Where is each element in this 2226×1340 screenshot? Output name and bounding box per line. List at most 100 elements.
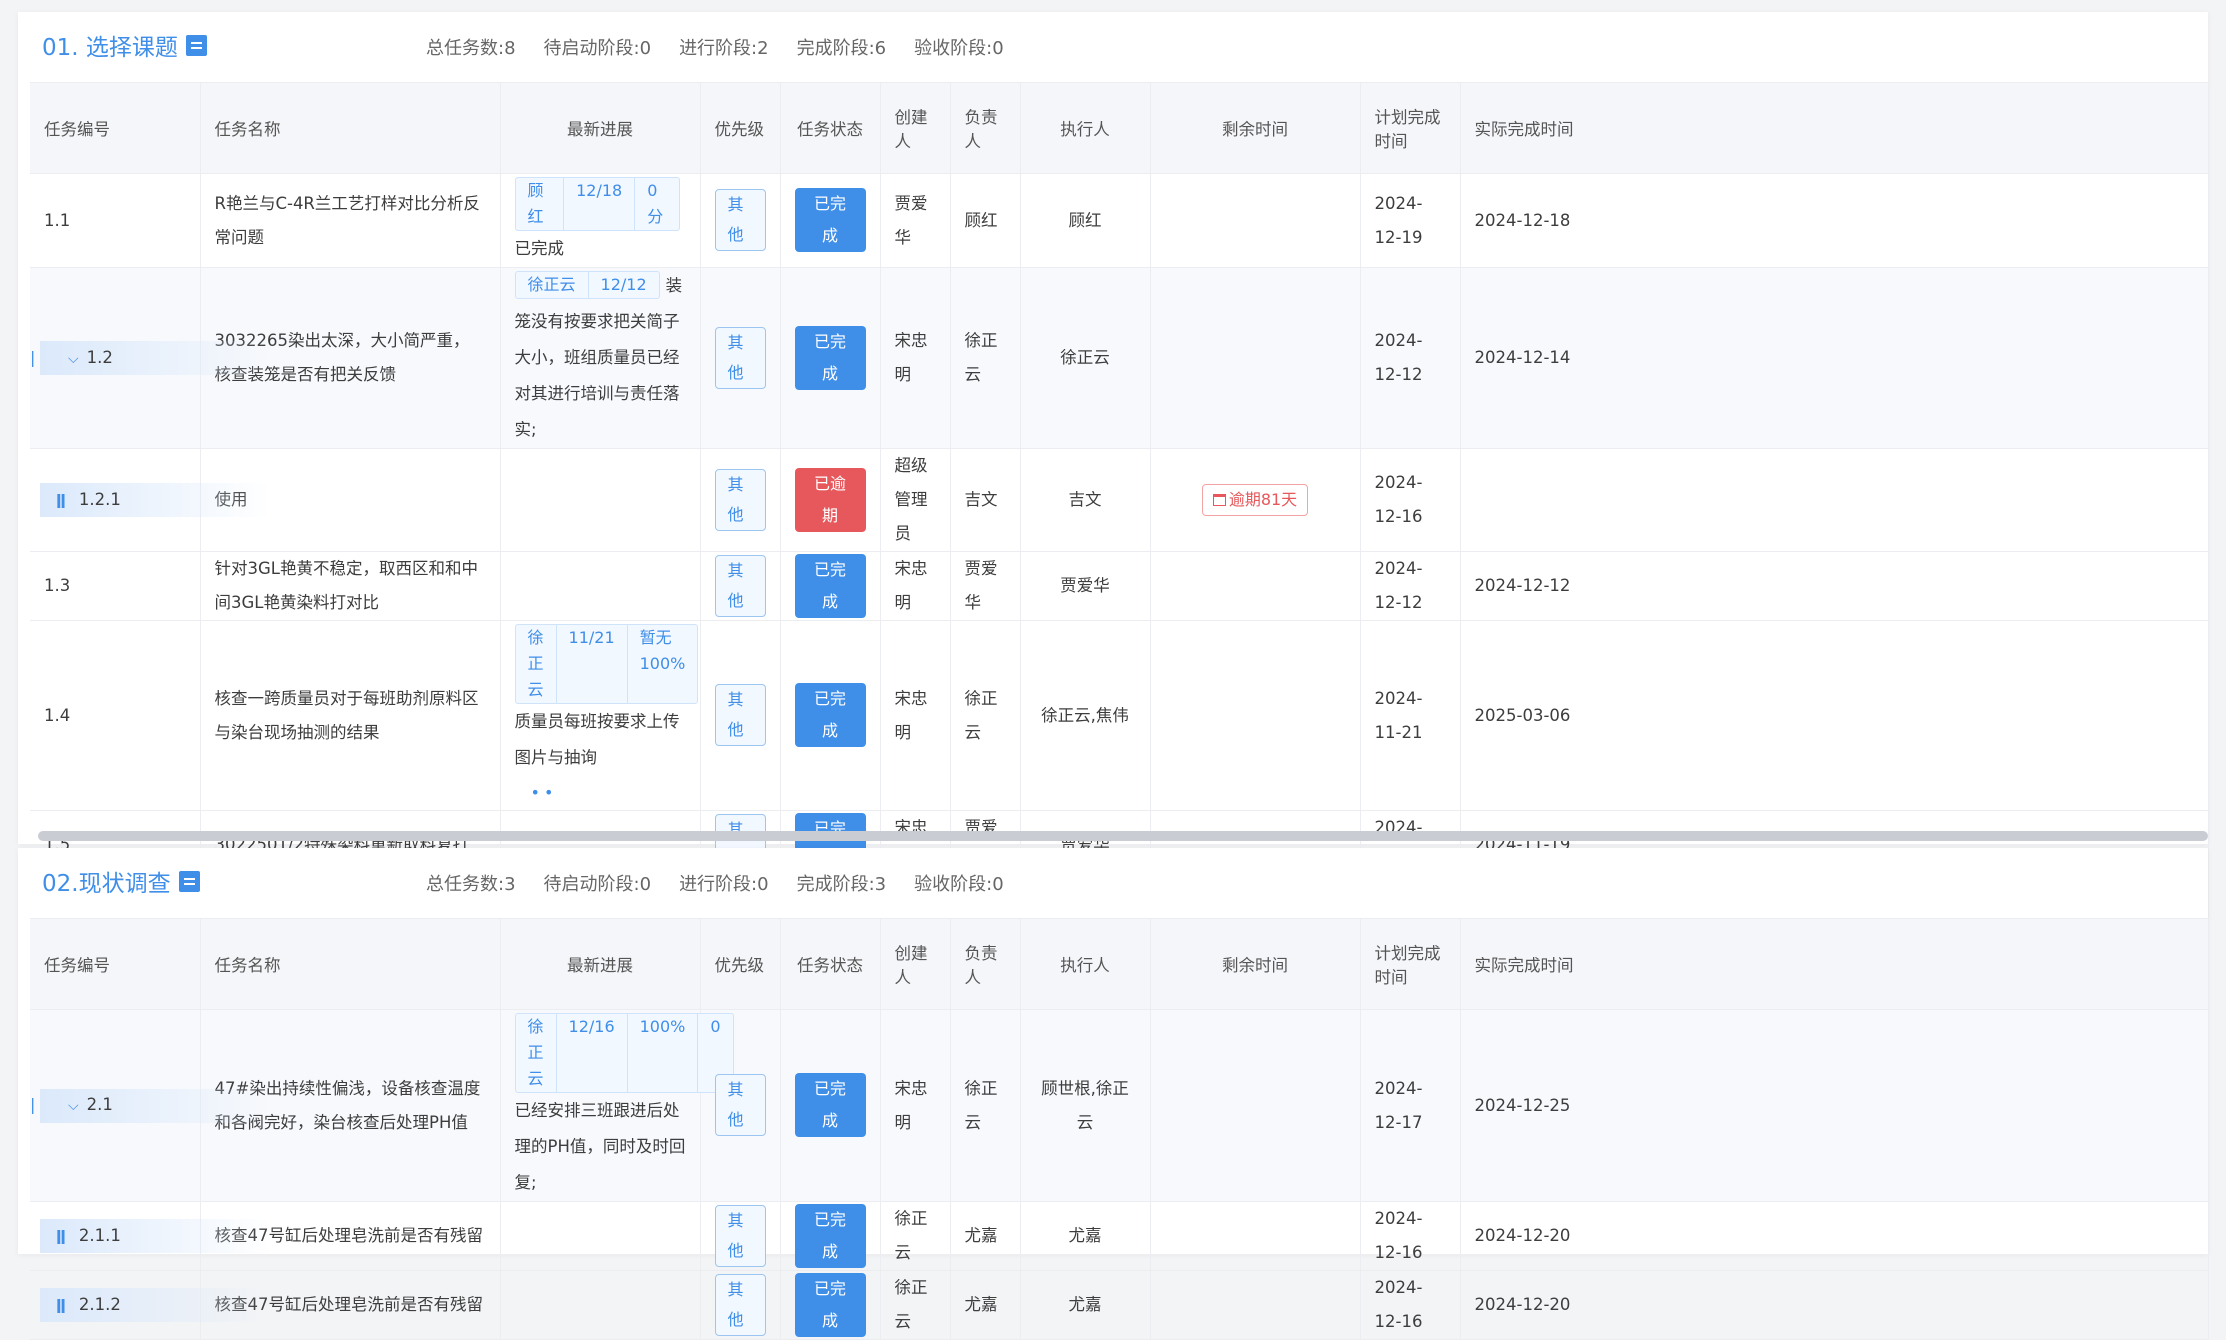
table-row[interactable]: 1.1 R艳兰与C-4R兰工艺打样对比分析反常问题 顾红 12/18 0分 已完成 其…: [30, 173, 2209, 268]
cell-owner: 贾爱华: [950, 551, 1021, 621]
col-executor[interactable]: 执行人: [1020, 918, 1151, 1010]
table-row[interactable]: ǁ1.2.1 使用 其他 已逾期 超级管理员 吉文 吉文 逾期81天 2024-…: [30, 448, 2209, 552]
status-badge: 已逾期: [794, 467, 866, 532]
col-remaining[interactable]: 剩余时间: [1150, 918, 1361, 1010]
col-owner[interactable]: 负责人: [950, 82, 1021, 174]
col-latest-progress[interactable]: 最新进展: [500, 82, 701, 174]
cell-task-name[interactable]: R艳兰与C-4R兰工艺打样对比分析反常问题: [200, 173, 501, 268]
actual-date: 2025-03-06: [1474, 705, 1571, 725]
table-row[interactable]: 1.4 核查一跨质量员对于每班助剂原料区与染台现场抽测的结果 徐正云 11/21 暂…: [30, 620, 2209, 811]
actual-date: 2024-12-12: [1474, 576, 1571, 595]
cell-creator: 超级管理员: [880, 448, 951, 552]
planned-date: 2024-12-16: [1374, 1278, 1423, 1331]
col-actual-date[interactable]: 实际完成时间: [1460, 918, 2209, 1010]
cell-task-name[interactable]: 针对3GL艳黄不稳定，取西区和和中间3GL艳黄染料打对比: [200, 551, 501, 621]
col-planned-date[interactable]: 计划完成时间: [1360, 82, 1461, 174]
col-creator[interactable]: 创建人: [880, 918, 951, 1010]
cell-remaining: [1150, 1270, 1361, 1340]
owner: 徐正云: [964, 688, 998, 742]
task-name[interactable]: R艳兰与C-4R兰工艺打样对比分析反常问题: [215, 194, 480, 247]
executor: 尤嘉: [1068, 1295, 1102, 1314]
horizontal-scrollbar[interactable]: [38, 831, 2208, 841]
task-name[interactable]: 核查一跨质量员对于每班助剂原料区与染台现场抽测的结果: [215, 689, 479, 742]
task-name[interactable]: 针对3GL艳黄不稳定，取西区和和中间3GL艳黄染料打对比: [215, 559, 478, 612]
col-task-id[interactable]: 任务编号: [30, 82, 201, 174]
priority-tag: 其他: [714, 1273, 766, 1336]
col-creator[interactable]: 创建人: [880, 82, 951, 174]
col-priority[interactable]: 优先级: [700, 918, 781, 1010]
chevron-down-icon[interactable]: ⌵: [68, 1089, 79, 1123]
more-dots-icon[interactable]: ••: [515, 776, 686, 810]
chevron-down-icon[interactable]: ⌵: [68, 342, 79, 376]
actual-date: 2024-12-25: [1474, 1095, 1571, 1115]
col-task-name[interactable]: 任务名称: [200, 82, 501, 174]
cell-planned-date: 2024-12-16: [1360, 1201, 1461, 1271]
col-task-id[interactable]: 任务编号: [30, 918, 201, 1010]
section-title[interactable]: 01. 选择课题: [42, 28, 207, 62]
cell-priority: 其他: [700, 267, 781, 449]
task-table: 任务编号 任务名称 最新进展 优先级 任务状态 创建人 负责人 执行人 剩余时间…: [30, 918, 2209, 1340]
cell-priority: 其他: [700, 173, 781, 268]
document-icon[interactable]: [185, 34, 207, 56]
cell-latest-progress[interactable]: 顾红 12/18 0分 已完成: [500, 173, 701, 268]
table-row[interactable]: 1.3 针对3GL艳黄不稳定，取西区和和中间3GL艳黄染料打对比 其他 已完成 …: [30, 551, 2209, 621]
cell-latest-progress[interactable]: [500, 1270, 701, 1340]
owner: 吉文: [964, 490, 998, 509]
planned-date: 2024-12-19: [1374, 193, 1423, 247]
task-id: 1.1: [44, 210, 71, 230]
creator: 宋忠明: [894, 688, 928, 742]
owner: 尤嘉: [964, 1295, 998, 1314]
cell-creator: 宋忠明: [880, 551, 951, 621]
col-latest-progress[interactable]: 最新进展: [500, 918, 701, 1010]
cell-latest-progress[interactable]: 徐正云 12/16 100% 0 已经安排三班跟进后处理的PH值，同时及时回复;: [500, 1009, 734, 1202]
cell-latest-progress[interactable]: [500, 551, 701, 621]
executor: 顾红: [1068, 210, 1102, 230]
drag-handle-icon[interactable]: ǁ: [56, 483, 66, 517]
cell-latest-progress[interactable]: [500, 448, 701, 552]
stat-in-progress: 进行阶段:0: [679, 874, 769, 895]
stat-completed: 完成阶段:3: [796, 874, 887, 895]
cell-planned-date: 2024-12-19: [1360, 173, 1461, 268]
cell-remaining: [1150, 551, 1361, 621]
col-remaining[interactable]: 剩余时间: [1150, 82, 1361, 174]
table-row[interactable]: ǁ 2.1.2 核查47号缸后处理皂洗前是否有残留 其他 已完成 徐正云 尤嘉 尤…: [30, 1270, 2209, 1340]
cell-remaining: 逾期81天: [1150, 448, 1361, 552]
stat-acceptance: 验收阶段:0: [914, 38, 1004, 59]
table-row[interactable]: | ⌵ 2.1 47#染出持续性偏浅，设备核查温度和各阀完好，染台核查后处理PH值…: [30, 1009, 2209, 1202]
cell-owner: 尤嘉: [950, 1270, 1021, 1340]
cell-latest-progress[interactable]: 徐正云 12/12 装笼没有按要求把关简子大小，班组质量员已经对其进行培训与责任落实…: [500, 267, 701, 449]
cell-priority: 其他: [700, 1201, 781, 1271]
cell-actual-date: 2024-12-12: [1460, 551, 2209, 621]
col-actual-date[interactable]: 实际完成时间: [1460, 82, 2209, 174]
col-executor[interactable]: 执行人: [1020, 82, 1151, 174]
table-row[interactable]: | ⌵ 1.2 3032265染出太深，大小简严重，核查装笼是否有把关反馈 徐正云…: [30, 267, 2209, 449]
col-owner[interactable]: 负责人: [950, 918, 1021, 1010]
table-row[interactable]: ǁ 2.1.1 核查47号缸后处理皂洗前是否有残留 其他 已完成 徐正云 尤嘉 尤…: [30, 1201, 2209, 1271]
cell-actual-date: 2024-12-14: [1460, 267, 2209, 449]
progress-tag: 徐正云 12/12: [514, 271, 660, 299]
cell-priority: 其他: [700, 551, 781, 621]
col-planned-date[interactable]: 计划完成时间: [1360, 918, 1461, 1010]
stat-in-progress: 进行阶段:2: [679, 38, 769, 59]
col-task-name[interactable]: 任务名称: [200, 918, 501, 1010]
section-title-text[interactable]: 02.现状调查: [42, 864, 171, 898]
document-icon[interactable]: [178, 870, 200, 892]
section-title-text[interactable]: 01. 选择课题: [42, 28, 178, 62]
cell-latest-progress[interactable]: [500, 1201, 701, 1271]
executor: 顾世根,徐正云: [1041, 1078, 1129, 1132]
executor: 徐正云: [1060, 348, 1110, 367]
cell-planned-date: 2024-12-16: [1360, 448, 1461, 552]
drag-handle-icon[interactable]: ǁ: [56, 1219, 66, 1253]
priority-tag: 其他: [714, 326, 766, 389]
cell-task-name[interactable]: 核查一跨质量员对于每班助剂原料区与染台现场抽测的结果: [200, 620, 501, 811]
col-priority[interactable]: 优先级: [700, 82, 781, 174]
col-status[interactable]: 任务状态: [780, 918, 881, 1010]
drag-handle-icon[interactable]: ǁ: [56, 1288, 66, 1322]
priority-tag: 其他: [714, 189, 766, 251]
owner: 顾红: [964, 210, 998, 230]
creator: 徐正云: [894, 1209, 928, 1262]
progress-tag-part: 徐正云: [516, 272, 589, 298]
col-status[interactable]: 任务状态: [780, 82, 881, 174]
section-title[interactable]: 02.现状调查: [42, 864, 200, 898]
cell-latest-progress[interactable]: 徐正云 11/21 暂无100% 质量员每班按要求上传图片与抽询 ••: [500, 620, 701, 811]
